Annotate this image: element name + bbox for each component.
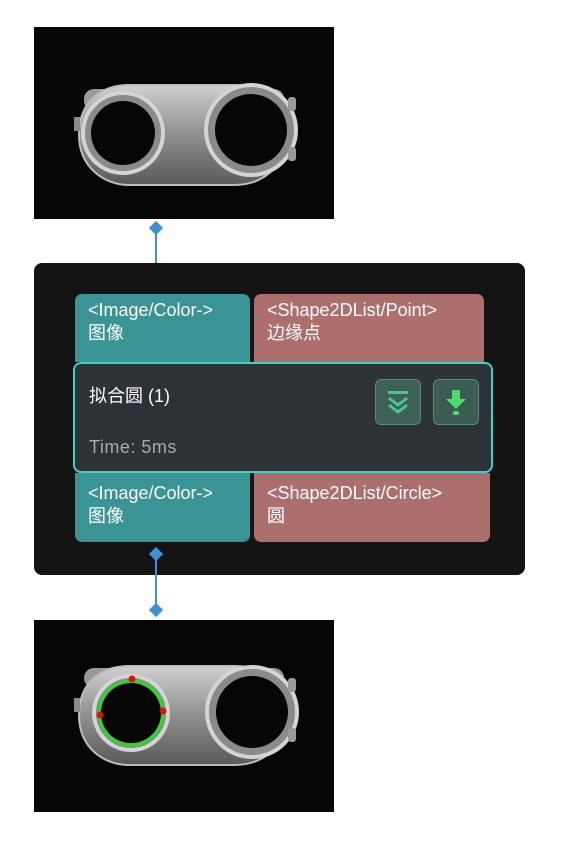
right-tab-bottom <box>288 147 296 161</box>
output-image-preview <box>34 620 334 812</box>
output-port-image-type: <Image/Color-> <box>88 483 214 503</box>
step-title: 拟合圆 (1) <box>89 386 170 406</box>
output-port-image-label: 图像 <box>88 506 124 526</box>
right-tab-top <box>288 678 296 692</box>
input-port-image-type: <Image/Color-> <box>88 300 214 320</box>
left-tab <box>74 698 80 712</box>
collapse-button[interactable] <box>375 379 421 425</box>
input-port-image-label: 图像 <box>88 323 124 343</box>
input-port-edge-points-label: 边缘点 <box>267 323 321 343</box>
edge-point-marker <box>159 707 167 715</box>
left-hole <box>101 683 161 743</box>
fit-circle-step[interactable]: 拟合圆 (1) Time: 5ms <box>73 362 493 473</box>
output-port-circle[interactable]: <Shape2DList/Circle> 圆 <box>254 473 490 542</box>
right-tab-top <box>288 97 296 111</box>
output-port-image[interactable]: <Image/Color-> 图像 <box>75 473 250 542</box>
metal-part-result-image <box>74 665 299 766</box>
right-hole <box>215 94 287 166</box>
input-port-edge-points-type: <Shape2DList/Point> <box>267 300 438 320</box>
output-port-circle-label: 圆 <box>267 506 285 526</box>
input-image-preview <box>34 27 334 219</box>
input-port-image[interactable]: <Image/Color-> 图像 <box>75 294 250 362</box>
step-action-button[interactable] <box>433 379 479 425</box>
right-tab-bottom <box>288 728 296 742</box>
metal-part-image <box>74 83 298 186</box>
step-time: Time: 5ms <box>89 437 177 457</box>
download-arrow-icon <box>446 390 466 415</box>
output-port-circle-type: <Shape2DList/Circle> <box>267 483 443 503</box>
edge-point-marker <box>96 711 104 719</box>
right-hole <box>216 676 288 748</box>
input-port-edge-points[interactable]: <Shape2DList/Point> 边缘点 <box>254 294 484 362</box>
edge-point-marker <box>128 675 136 683</box>
double-chevron-down-icon <box>388 391 408 414</box>
left-tab <box>74 117 80 131</box>
output-connector-handle[interactable] <box>148 602 164 618</box>
input-connector-handle[interactable] <box>148 220 164 236</box>
left-hole <box>91 101 155 165</box>
